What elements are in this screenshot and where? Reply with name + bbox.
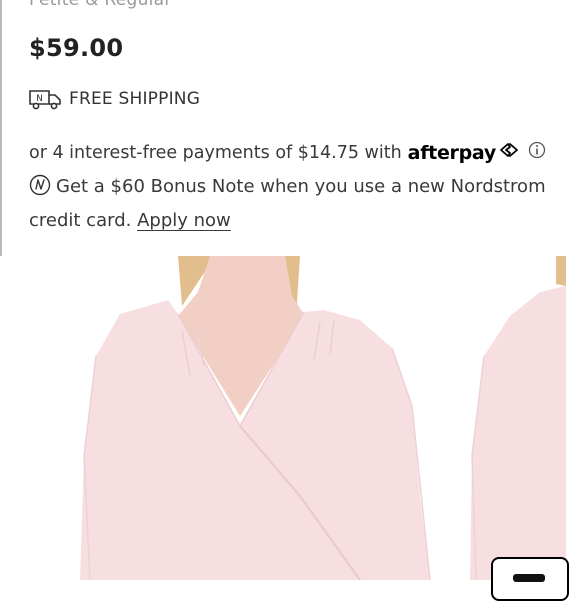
- button-bar-icon: [513, 574, 545, 582]
- product-image-gallery[interactable]: [0, 256, 580, 580]
- blouse-side-photo: [470, 256, 566, 580]
- afterpay-row: or 4 interest-free payments of $14.75 wi…: [29, 141, 546, 164]
- product-price: $59.00: [29, 34, 124, 62]
- bonus-note-block: Get a $60 Bonus Note when you use a new …: [29, 172, 569, 236]
- afterpay-logo-text: afterpay: [407, 141, 497, 164]
- shipping-row: N FREE SHIPPING: [28, 88, 200, 110]
- bonus-note-text: Get a $60 Bonus Note when you use a new …: [29, 176, 546, 231]
- free-shipping-label: FREE SHIPPING: [69, 89, 201, 109]
- info-icon[interactable]: [528, 141, 546, 164]
- afterpay-text: or 4 interest-free payments of $14.75 wi…: [29, 142, 402, 163]
- fit-options-text: Petite & Regular: [29, 0, 172, 10]
- afterpay-arrows-icon: [498, 142, 520, 163]
- apply-now-link[interactable]: Apply now: [137, 210, 231, 231]
- nordstrom-note-icon: [29, 174, 51, 206]
- delivery-truck-icon: N: [28, 88, 62, 110]
- blouse-front-photo: [80, 256, 431, 580]
- gallery-toggle-button[interactable]: [491, 557, 569, 601]
- truck-letter: N: [36, 94, 43, 104]
